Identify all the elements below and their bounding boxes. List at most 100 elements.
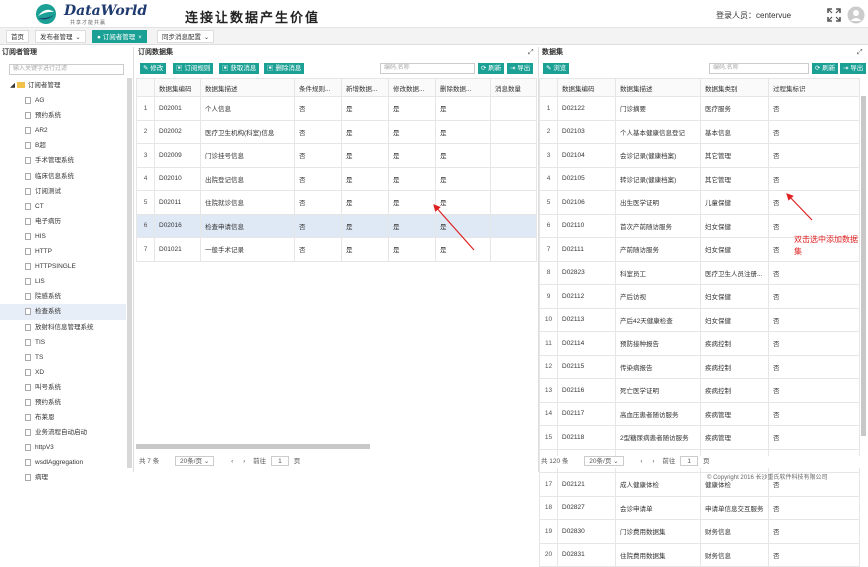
table-row[interactable]: 5 D02011 住院就诊信息否是是是 xyxy=(136,190,537,215)
tree-item[interactable]: 预约系统 xyxy=(0,108,126,123)
tree-item[interactable]: httpV3 xyxy=(0,440,126,455)
mid-table-hscrollbar[interactable] xyxy=(136,444,370,449)
mid-search-input[interactable]: 编码,名称 xyxy=(380,63,475,74)
tree-item-label: 业务流程自动启动 xyxy=(35,429,87,437)
chevron-down-icon[interactable]: ⌄ xyxy=(204,35,209,41)
right-search-input[interactable]: 编码,名称 xyxy=(709,63,809,74)
table-row[interactable]: 12 D02115 传染病报告 疾病控制否 xyxy=(539,354,860,379)
column-header[interactable]: 数据集类别 xyxy=(700,78,769,97)
table-row[interactable]: 2 D02103 个人基本健康信息登记 基本信息否 xyxy=(539,119,860,144)
table-row[interactable]: 20 D02831 住院费用数据集 财务信息否 xyxy=(539,542,860,567)
tree-item[interactable]: 临床信息系统 xyxy=(0,169,126,184)
table-row[interactable]: 1 D02001 个人信息否是是是 xyxy=(136,96,537,121)
tree-item[interactable]: 手术管理系统 xyxy=(0,153,126,168)
tree-item[interactable]: HTTP xyxy=(0,244,126,259)
column-header[interactable]: 删除数据... xyxy=(435,78,491,97)
column-header[interactable]: 数据集描述 xyxy=(200,78,295,97)
tree-item[interactable]: 业务流程自动启动 xyxy=(0,425,126,440)
expand-icon[interactable]: ⤢ xyxy=(528,49,536,57)
table-row[interactable]: 2 D02002 医疗卫生机构(科室)信息否是是是 xyxy=(136,119,537,144)
next-page-button[interactable]: › xyxy=(243,458,245,465)
tree-item[interactable]: CT xyxy=(0,199,126,214)
table-row[interactable]: 18 D02827 会诊申请单 申请单信息交互服务否 xyxy=(539,495,860,520)
table-row[interactable]: 14 D02117 高血压患者随访服务 疾病管理否 xyxy=(539,401,860,426)
table-row[interactable]: 4 D02105 转诊记录(健康档案) 其它管理否 xyxy=(539,166,860,191)
tab-sync-config[interactable]: 同步消息配置 ⌄ xyxy=(157,30,215,43)
fullscreen-icon[interactable] xyxy=(826,7,842,23)
column-header[interactable]: 过程集标识 xyxy=(768,78,860,97)
delete-message-button[interactable]: ▣ 删除消息 xyxy=(264,63,305,74)
tree-item[interactable]: HTTPSINGLE xyxy=(0,259,126,274)
user-avatar-icon[interactable] xyxy=(847,6,865,24)
tab-subscriber[interactable]: ● 订阅者管理 × xyxy=(92,30,147,43)
page-input[interactable]: 1 xyxy=(270,456,289,466)
table-row[interactable]: 3 D02104 会诊记录(健康档案) 其它管理否 xyxy=(539,143,860,168)
table-row[interactable]: 6 D02016 检查申请信息否是是是 xyxy=(136,213,537,238)
table-row[interactable]: 1 D02122 门诊摘要 医疗服务否 xyxy=(539,96,860,121)
browse-button[interactable]: ✎ 浏览 xyxy=(543,63,570,74)
close-icon[interactable]: × xyxy=(138,35,142,41)
right-table-vscrollbar[interactable] xyxy=(861,96,866,436)
collapse-icon[interactable]: ◢ xyxy=(10,82,17,89)
export-button[interactable]: ⇥ 导出 xyxy=(840,63,867,74)
tree-scrollbar[interactable] xyxy=(127,78,132,468)
tree-item[interactable]: wsdlAggregation xyxy=(0,455,126,470)
tab-publisher[interactable]: 发布者管理 ⌄ xyxy=(35,30,86,43)
refresh-button[interactable]: ⟳ 刷新 xyxy=(812,63,839,74)
tree-item[interactable]: 放射科信息管理系统 xyxy=(0,320,126,335)
prev-page-button[interactable]: ‹ xyxy=(640,458,642,465)
column-header[interactable] xyxy=(136,78,155,97)
column-header[interactable]: 新增数据... xyxy=(341,78,389,97)
table-cell: 2 xyxy=(539,119,558,144)
column-header[interactable]: 条件规则... xyxy=(294,78,342,97)
table-row[interactable]: 9 D02112 产后访视 妇女保健否 xyxy=(539,284,860,309)
column-header[interactable]: 修改数据... xyxy=(388,78,436,97)
tab-home[interactable]: 首页 xyxy=(6,30,29,43)
table-row[interactable]: 3 D02009 门诊挂号信息否是是是 xyxy=(136,143,537,168)
page-size-select[interactable]: 20条/页 ⌄ xyxy=(175,456,215,466)
column-header[interactable]: 数据集编码 xyxy=(154,78,201,97)
tree-item[interactable]: XD xyxy=(0,365,126,380)
page-size-select[interactable]: 20条/页 ⌄ xyxy=(584,456,624,466)
column-header[interactable] xyxy=(539,78,558,97)
prev-page-button[interactable]: ‹ xyxy=(231,458,233,465)
tree-item[interactable]: 预约系统 xyxy=(0,395,126,410)
tree-item[interactable]: AG xyxy=(0,93,126,108)
table-row[interactable]: 11 D02114 预防接种报告 疾病控制否 xyxy=(539,331,860,356)
tree-item[interactable]: 布莱恩 xyxy=(0,410,126,425)
tree-item[interactable]: 叫号系统 xyxy=(0,380,126,395)
table-row[interactable]: 4 D02010 出院登记信息否是是是 xyxy=(136,166,537,191)
column-header[interactable]: 数据集编码 xyxy=(557,78,616,97)
tree-item[interactable]: AR2 xyxy=(0,123,126,138)
next-page-button[interactable]: › xyxy=(652,458,654,465)
column-header[interactable]: 消息数量 xyxy=(490,78,537,97)
tree-item[interactable]: 检查系统 xyxy=(0,304,126,320)
table-row[interactable]: 13 D02116 死亡医学证明 疾病控制否 xyxy=(539,378,860,403)
tree-item[interactable]: 院感系统 xyxy=(0,289,126,304)
subscribe-rule-button[interactable]: ▣ 订阅规则 xyxy=(173,63,214,74)
page-input[interactable]: 1 xyxy=(680,456,699,466)
export-button[interactable]: ⇥ 导出 xyxy=(507,63,534,74)
table-row[interactable]: 5 D02106 出生医学证明 儿童保健否 xyxy=(539,190,860,215)
tree-item[interactable]: 电子病历 xyxy=(0,214,126,229)
table-row[interactable]: 7 D01021 一般手术记录否是是是 xyxy=(136,237,537,262)
refresh-button[interactable]: ⟳ 刷新 xyxy=(478,63,505,74)
tree-search-input[interactable]: 输入关键字进行过滤 xyxy=(9,64,124,75)
tree-item[interactable]: TS xyxy=(0,350,126,365)
tree-item[interactable]: 病理 xyxy=(0,470,126,485)
tree-item[interactable]: TIS xyxy=(0,335,126,350)
tree-item[interactable]: 订阅测试 xyxy=(0,184,126,199)
tree-item[interactable]: B超 xyxy=(0,138,126,153)
tree-root[interactable]: ◢ 订阅者管理 xyxy=(0,78,126,93)
edit-button[interactable]: ✎ 修改 xyxy=(140,63,167,74)
table-row[interactable]: 19 D02830 门诊费用数据集 财务信息否 xyxy=(539,519,860,544)
table-row[interactable]: 15 D02118 2型糖尿病患者随访服务 疾病管理否 xyxy=(539,425,860,450)
get-message-button[interactable]: ▣ 获取消息 xyxy=(219,63,260,74)
table-row[interactable]: 10 D02113 产后42天健康检查 妇女保健否 xyxy=(539,307,860,332)
expand-icon[interactable]: ⤢ xyxy=(857,49,865,57)
tree-item[interactable]: LIS xyxy=(0,274,126,289)
column-header[interactable]: 数据集描述 xyxy=(615,78,701,97)
table-row[interactable]: 8 D02823 科室员工 医疗卫生人员注册... 否 xyxy=(539,260,860,285)
tree-item[interactable]: HIS xyxy=(0,229,126,244)
chevron-down-icon[interactable]: ⌄ xyxy=(76,35,81,41)
